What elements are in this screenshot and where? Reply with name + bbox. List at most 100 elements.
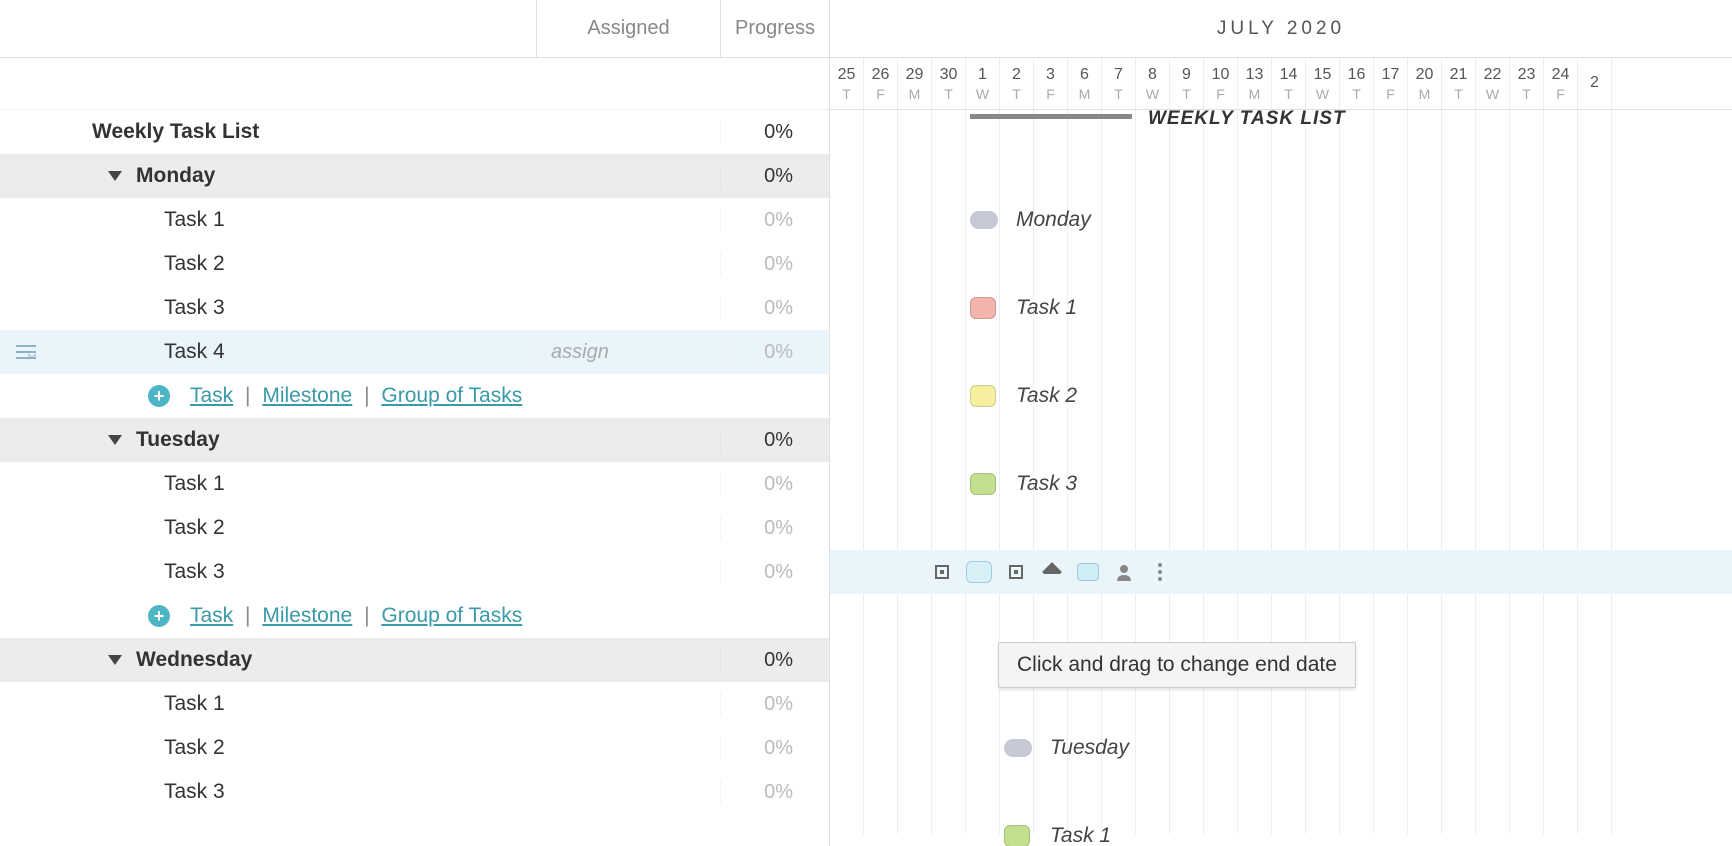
timeline-date-bar[interactable]: 25T26F29M30T1W2T3F6M7T8W9T10F13M14T15W16…: [830, 58, 1732, 110]
chevron-down-icon[interactable]: [108, 171, 122, 181]
task-row[interactable]: Task 2 0%: [0, 242, 829, 286]
date-column[interactable]: 24F: [1544, 58, 1578, 109]
date-column[interactable]: 7T: [1102, 58, 1136, 109]
plus-icon[interactable]: +: [148, 605, 170, 627]
group-chip[interactable]: [1004, 739, 1032, 757]
task-row[interactable]: Task 3 0%: [0, 550, 829, 594]
chevron-down-icon[interactable]: [108, 655, 122, 665]
project-row[interactable]: Weekly Task List 0%: [0, 110, 829, 154]
date-column[interactable]: 20M: [1408, 58, 1442, 109]
chevron-down-icon[interactable]: [108, 435, 122, 445]
date-column[interactable]: 13M: [1238, 58, 1272, 109]
date-column[interactable]: 26F: [864, 58, 898, 109]
group-name: Wednesday: [136, 648, 252, 672]
task-bar[interactable]: [970, 473, 996, 495]
drag-handle-icon[interactable]: [6, 330, 46, 374]
task-progress: 0%: [764, 737, 793, 760]
task-name: Task 1: [164, 692, 225, 716]
task-row[interactable]: Task 1 0%: [0, 682, 829, 726]
task-progress: 0%: [764, 561, 793, 584]
task-bar-label: Task 1: [1016, 296, 1077, 320]
group-chip-label: Monday: [1016, 208, 1091, 232]
project-summary-label: WEEKLY TASK LIST: [1148, 108, 1346, 130]
group-progress: 0%: [764, 649, 793, 672]
group-chip[interactable]: [970, 211, 998, 229]
task-progress: 0%: [764, 253, 793, 276]
group-row[interactable]: Tuesday 0%: [0, 418, 829, 462]
task-row[interactable]: Task 3 0%: [0, 286, 829, 330]
task-name: Task 2: [164, 252, 225, 276]
group-progress: 0%: [764, 429, 793, 452]
task-name: Task 4: [164, 340, 225, 364]
group-name: Tuesday: [136, 428, 220, 452]
task-row[interactable]: Task 3 0%: [0, 770, 829, 814]
date-column[interactable]: 10F: [1204, 58, 1238, 109]
date-column[interactable]: 9T: [1170, 58, 1204, 109]
project-name: Weekly Task List: [92, 120, 259, 144]
column-header-progress[interactable]: Progress: [720, 0, 829, 57]
group-name: Monday: [136, 164, 215, 188]
add-row: + Task | Milestone | Group of Tasks: [0, 594, 829, 638]
edit-icon[interactable]: [1040, 560, 1064, 584]
date-column[interactable]: 1W: [966, 58, 1000, 109]
task-row[interactable]: Task 1 0%: [0, 462, 829, 506]
task-row[interactable]: Task 2 0%: [0, 726, 829, 770]
plus-icon[interactable]: +: [148, 385, 170, 407]
date-column[interactable]: 2: [1578, 58, 1612, 109]
date-column[interactable]: 17F: [1374, 58, 1408, 109]
assign-placeholder[interactable]: assign: [551, 341, 609, 364]
task-progress: 0%: [764, 209, 793, 232]
date-column[interactable]: 14T: [1272, 58, 1306, 109]
task-row[interactable]: Task 4 assign 0%: [0, 330, 829, 374]
date-column[interactable]: 15W: [1306, 58, 1340, 109]
column-header-assigned[interactable]: Assigned: [536, 0, 720, 57]
task-name: Task 3: [164, 560, 225, 584]
task-progress: 0%: [764, 517, 793, 540]
task-progress: 0%: [764, 693, 793, 716]
task-row[interactable]: Task 1 0%: [0, 198, 829, 242]
date-column[interactable]: 6M: [1068, 58, 1102, 109]
color-picker-icon[interactable]: [1076, 560, 1100, 584]
date-column[interactable]: 29M: [898, 58, 932, 109]
add-milestone-link[interactable]: Milestone: [262, 384, 352, 407]
add-row: + Task | Milestone | Group of Tasks: [0, 374, 829, 418]
task-name: Task 2: [164, 736, 225, 760]
date-column[interactable]: 22W: [1476, 58, 1510, 109]
task-name: Task 1: [164, 208, 225, 232]
task-bar[interactable]: [966, 561, 992, 583]
date-column[interactable]: 8W: [1136, 58, 1170, 109]
task-name: Task 2: [164, 516, 225, 540]
task-name: Task 3: [164, 780, 225, 804]
task-bar[interactable]: [970, 385, 996, 407]
project-progress: 0%: [764, 121, 793, 144]
task-name: Task 3: [164, 296, 225, 320]
task-bar[interactable]: [1004, 825, 1030, 846]
group-chip-label: Tuesday: [1050, 736, 1129, 760]
more-menu-icon[interactable]: [1148, 560, 1172, 584]
date-column[interactable]: 23T: [1510, 58, 1544, 109]
task-bar[interactable]: [970, 297, 996, 319]
date-column[interactable]: 21T: [1442, 58, 1476, 109]
task-progress: 0%: [764, 297, 793, 320]
add-group-link[interactable]: Group of Tasks: [381, 604, 522, 627]
add-task-link[interactable]: Task: [190, 384, 233, 407]
add-milestone-link[interactable]: Milestone: [262, 604, 352, 627]
group-row[interactable]: Wednesday 0%: [0, 638, 829, 682]
date-column[interactable]: 25T: [830, 58, 864, 109]
date-column[interactable]: 2T: [1000, 58, 1034, 109]
task-name: Task 1: [164, 472, 225, 496]
date-column[interactable]: 16T: [1340, 58, 1374, 109]
add-task-link[interactable]: Task: [190, 604, 233, 627]
group-progress: 0%: [764, 165, 793, 188]
task-row[interactable]: Task 2 0%: [0, 506, 829, 550]
end-handle-icon[interactable]: [1004, 560, 1028, 584]
task-inline-toolbar: [930, 560, 1172, 584]
add-group-link[interactable]: Group of Tasks: [381, 384, 522, 407]
start-handle-icon[interactable]: [930, 560, 954, 584]
group-row[interactable]: Monday 0%: [0, 154, 829, 198]
task-bar-label: Task 2: [1016, 384, 1077, 408]
project-summary-bar[interactable]: [970, 114, 1132, 119]
assign-person-icon[interactable]: [1112, 560, 1136, 584]
date-column[interactable]: 3F: [1034, 58, 1068, 109]
date-column[interactable]: 30T: [932, 58, 966, 109]
